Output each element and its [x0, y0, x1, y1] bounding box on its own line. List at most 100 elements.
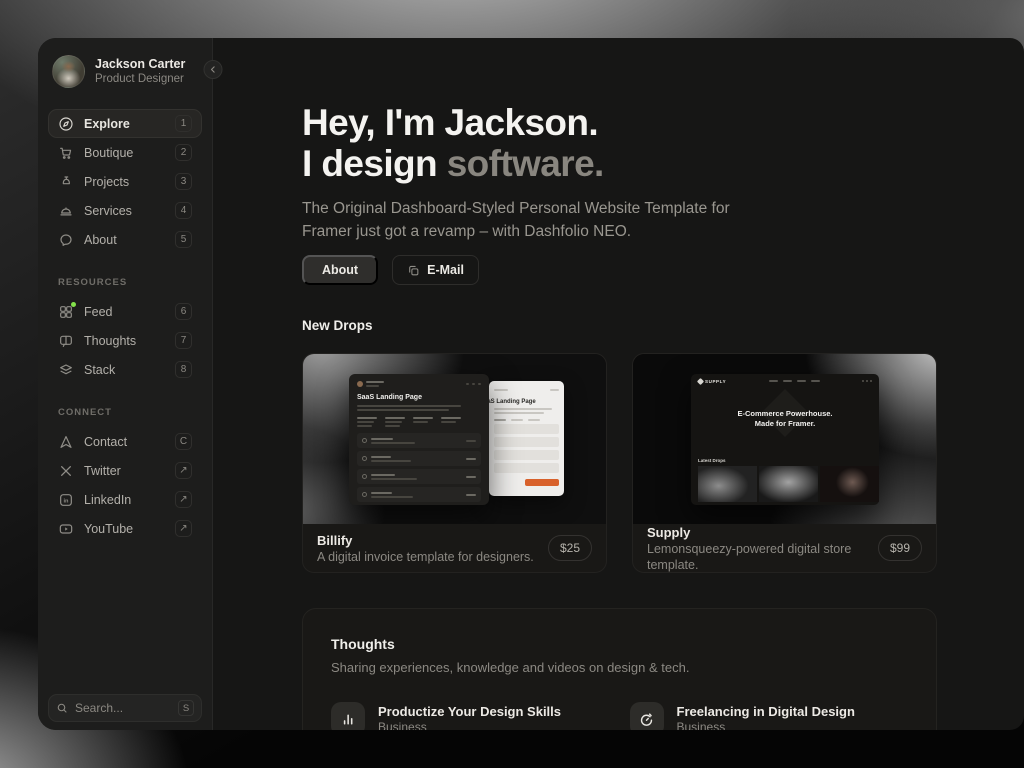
sidebar-item-label: Thoughts — [84, 333, 137, 348]
lamp-icon — [58, 174, 74, 190]
notification-dot — [71, 301, 76, 307]
shortcut-badge: C — [175, 433, 192, 450]
shortcut-badge: 6 — [175, 303, 192, 320]
sidebar-item-label: Contact — [84, 434, 128, 449]
sidebar-item-label: Stack — [84, 362, 116, 377]
external-link-badge: ↗ — [175, 520, 192, 537]
product-card-billify[interactable]: SaaS Landing Page — [302, 353, 607, 573]
hero-heading-line2-strong: I design — [302, 143, 447, 184]
hero-heading: Hey, I'm Jackson. I design software. — [302, 102, 1024, 184]
sidebar-item-linkedin[interactable]: in LinkedIn ↗ — [48, 485, 202, 514]
sidebar-item-youtube[interactable]: YouTube ↗ — [48, 514, 202, 543]
sidebar-item-label: Feed — [84, 304, 113, 319]
mockup-latest-drops-label: Latest Drops — [698, 458, 726, 463]
timer-icon — [629, 702, 664, 730]
sidebar-item-contact[interactable]: Contact C — [48, 427, 202, 456]
thought-item-freelancing[interactable]: Freelancing in Digital Design Business — [629, 702, 909, 730]
layers-icon — [58, 362, 74, 378]
product-card-supply[interactable]: SUPPLY E-Commerce Powerhouse. Made for Fr… — [632, 353, 937, 573]
sidebar-item-stack[interactable]: Stack 8 — [48, 355, 202, 384]
sidebar-item-label: Projects — [84, 174, 130, 189]
sidebar-item-label: YouTube — [84, 521, 134, 536]
search-input[interactable] — [75, 701, 165, 715]
hero-heading-line2-muted: software. — [446, 143, 605, 184]
mockup-orange-button — [525, 479, 559, 486]
search-bar[interactable]: S — [48, 694, 202, 722]
bar-chart-icon — [331, 702, 365, 730]
app-window: Jackson Carter Product Designer Explore … — [38, 38, 1024, 730]
new-drops-title: New Drops — [302, 318, 373, 333]
x-logo-icon — [58, 463, 74, 479]
card-description: A digital invoice template for designers… — [317, 549, 534, 564]
hero-description: The Original Dashboard-Styled Personal W… — [302, 200, 730, 240]
price-badge: $25 — [547, 535, 592, 561]
card-footer: Supply Lemonsqueezy-powered digital stor… — [633, 524, 936, 572]
avatar — [52, 55, 85, 88]
search-icon — [56, 702, 68, 714]
paper-plane-icon — [58, 434, 74, 450]
about-button[interactable]: About — [302, 255, 379, 285]
cart-icon — [58, 145, 74, 161]
sidebar-item-projects[interactable]: Projects 3 — [48, 167, 202, 196]
mockup-nav — [768, 380, 820, 382]
invoice-title-partial: SaaS Landing Page — [489, 399, 536, 405]
sidebar: Jackson Carter Product Designer Explore … — [38, 38, 223, 730]
email-button-label: E-Mail — [427, 263, 464, 277]
search-shortcut-badge: S — [178, 700, 194, 716]
billify-card-art: SaaS Landing Page — [303, 354, 606, 524]
copy-icon — [407, 264, 420, 277]
sidebar-collapse-button[interactable] — [203, 60, 223, 79]
sidebar-item-label: Boutique — [84, 145, 134, 160]
card-title: Billify — [317, 532, 353, 548]
mockup-headline: E-Commerce Powerhouse. Made for Framer. — [737, 409, 833, 428]
sidebar-item-boutique[interactable]: Boutique 2 — [48, 138, 202, 167]
mockup-hero: E-Commerce Powerhouse. Made for Framer. — [691, 388, 879, 450]
shortcut-badge: 7 — [175, 332, 192, 349]
sidebar-item-about[interactable]: About 5 — [48, 225, 202, 254]
chat-bubble-icon — [58, 232, 74, 248]
profile-name: Jackson Carter — [95, 57, 186, 71]
shortcut-badge: 1 — [175, 115, 192, 132]
sidebar-item-feed[interactable]: Feed 6 — [48, 297, 202, 326]
sidebar-nav-resources: Feed 6 Thoughts 7 Stack 8 — [48, 297, 202, 384]
main-content: Hey, I'm Jackson. I design software. The … — [213, 38, 1024, 730]
sidebar-item-explore[interactable]: Explore 1 — [48, 109, 202, 138]
mockup-nav-icons — [861, 380, 872, 382]
sidebar-item-label: About — [84, 232, 117, 247]
sidebar-item-twitter[interactable]: Twitter ↗ — [48, 456, 202, 485]
sidebar-nav: Explore 1 Boutique 2 Projects 3 Services… — [48, 109, 202, 254]
thought-item-productize[interactable]: Productize Your Design Skills Business — [331, 702, 610, 730]
cloche-icon — [58, 203, 74, 219]
external-link-badge: ↗ — [175, 491, 192, 508]
thumbnail-portrait — [820, 466, 879, 502]
youtube-icon — [58, 521, 74, 537]
linkedin-icon: in — [58, 492, 74, 508]
sidebar-item-services[interactable]: Services 4 — [48, 196, 202, 225]
thoughts-items: Productize Your Design Skills Business F… — [331, 702, 908, 730]
invoice-mockup-dark: SaaS Landing Page — [349, 374, 489, 505]
mockup-avatar — [357, 381, 363, 387]
sidebar-item-label: Services — [84, 203, 132, 218]
price-badge: $99 — [877, 535, 922, 561]
card-description: Lemonsqueezy-powered digital store templ… — [647, 541, 852, 572]
thought-title: Productize Your Design Skills — [378, 704, 562, 719]
profile-role: Product Designer — [95, 73, 184, 85]
section-label-resources: RESOURCES — [58, 277, 128, 288]
thought-category: Business — [676, 720, 726, 730]
sidebar-item-thoughts[interactable]: Thoughts 7 — [48, 326, 202, 355]
card-footer: Billify A digital invoice template for d… — [303, 524, 606, 572]
email-button[interactable]: E-Mail — [392, 255, 479, 285]
invoice-title: SaaS Landing Page — [357, 394, 422, 401]
thoughts-title: Thoughts — [331, 636, 395, 652]
sidebar-item-label: Explore — [84, 116, 130, 131]
shortcut-badge: 3 — [175, 173, 192, 190]
shortcut-badge: 5 — [175, 231, 192, 248]
compass-icon — [58, 116, 74, 132]
hero-buttons: About E-Mail — [302, 255, 1024, 285]
sidebar-nav-connect: Contact C Twitter ↗ in LinkedIn ↗ YouTub… — [48, 427, 202, 543]
shortcut-badge: 2 — [175, 144, 192, 161]
book-icon — [58, 333, 74, 349]
sidebar-item-label: LinkedIn — [84, 492, 132, 507]
thumbnail-laptop — [759, 466, 818, 502]
thumbnail-phone — [698, 466, 757, 502]
